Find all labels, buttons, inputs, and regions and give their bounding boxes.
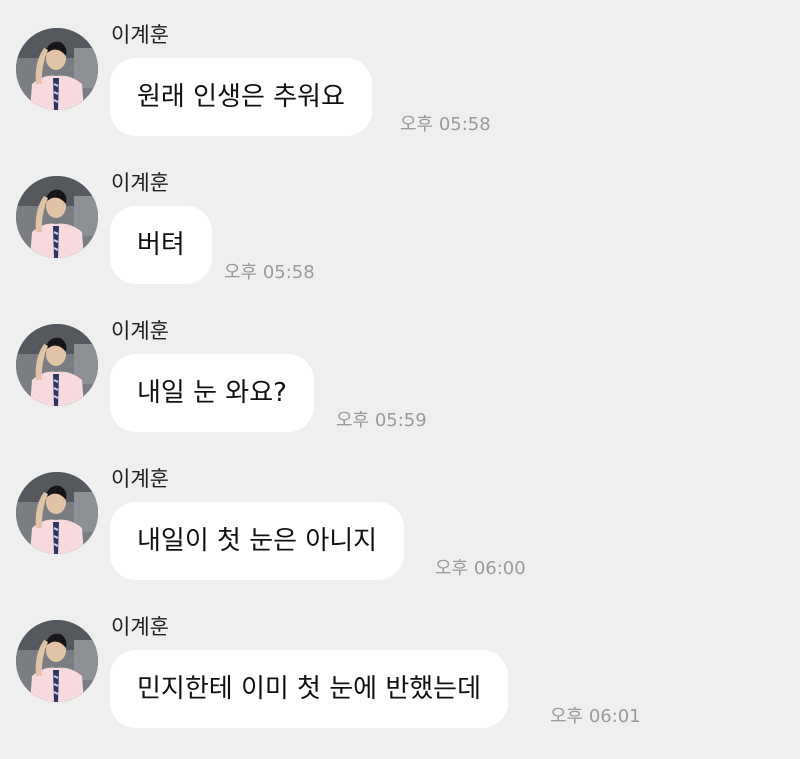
profile-photo-icon — [16, 620, 98, 702]
sender-name: 이계훈 — [111, 615, 169, 639]
message-timestamp: 오후 06:00 — [435, 558, 526, 579]
sender-name: 이계훈 — [111, 467, 169, 491]
sender-name: 이계훈 — [111, 319, 169, 343]
profile-photo-icon — [16, 324, 98, 406]
profile-photo-icon — [16, 472, 98, 554]
sender-name: 이계훈 — [111, 171, 169, 195]
avatar[interactable] — [16, 28, 98, 110]
message-bubble[interactable]: 내일이 첫 눈은 아니지 — [110, 502, 405, 580]
avatar[interactable] — [16, 472, 98, 554]
message-bubble[interactable]: 내일 눈 와요? — [110, 354, 314, 432]
message-row: 이계훈 버텨 오후 05:58 — [0, 148, 800, 296]
profile-photo-icon — [16, 176, 98, 258]
message-bubble[interactable]: 버텨 — [110, 206, 212, 284]
message-timestamp: 오후 05:58 — [224, 262, 315, 283]
avatar[interactable] — [16, 176, 98, 258]
message-timestamp: 오후 05:58 — [400, 114, 491, 135]
message-timestamp: 오후 06:01 — [550, 706, 641, 727]
avatar[interactable] — [16, 620, 98, 702]
avatar[interactable] — [16, 324, 98, 406]
message-bubble[interactable]: 민지한테 이미 첫 눈에 반했는데 — [110, 650, 509, 728]
message-row: 이계훈 내일이 첫 눈은 아니지 오후 06:00 — [0, 444, 800, 592]
message-row: 이계훈 민지한테 이미 첫 눈에 반했는데 오후 06:01 — [0, 592, 800, 740]
sender-name: 이계훈 — [111, 23, 169, 47]
profile-photo-icon — [16, 28, 98, 110]
message-bubble[interactable]: 원래 인생은 추워요 — [110, 58, 372, 136]
message-timestamp: 오후 05:59 — [336, 410, 427, 431]
message-row: 이계훈 내일 눈 와요? 오후 05:59 — [0, 296, 800, 444]
message-row: 이계훈 원래 인생은 추워요 오후 05:58 — [0, 0, 800, 148]
